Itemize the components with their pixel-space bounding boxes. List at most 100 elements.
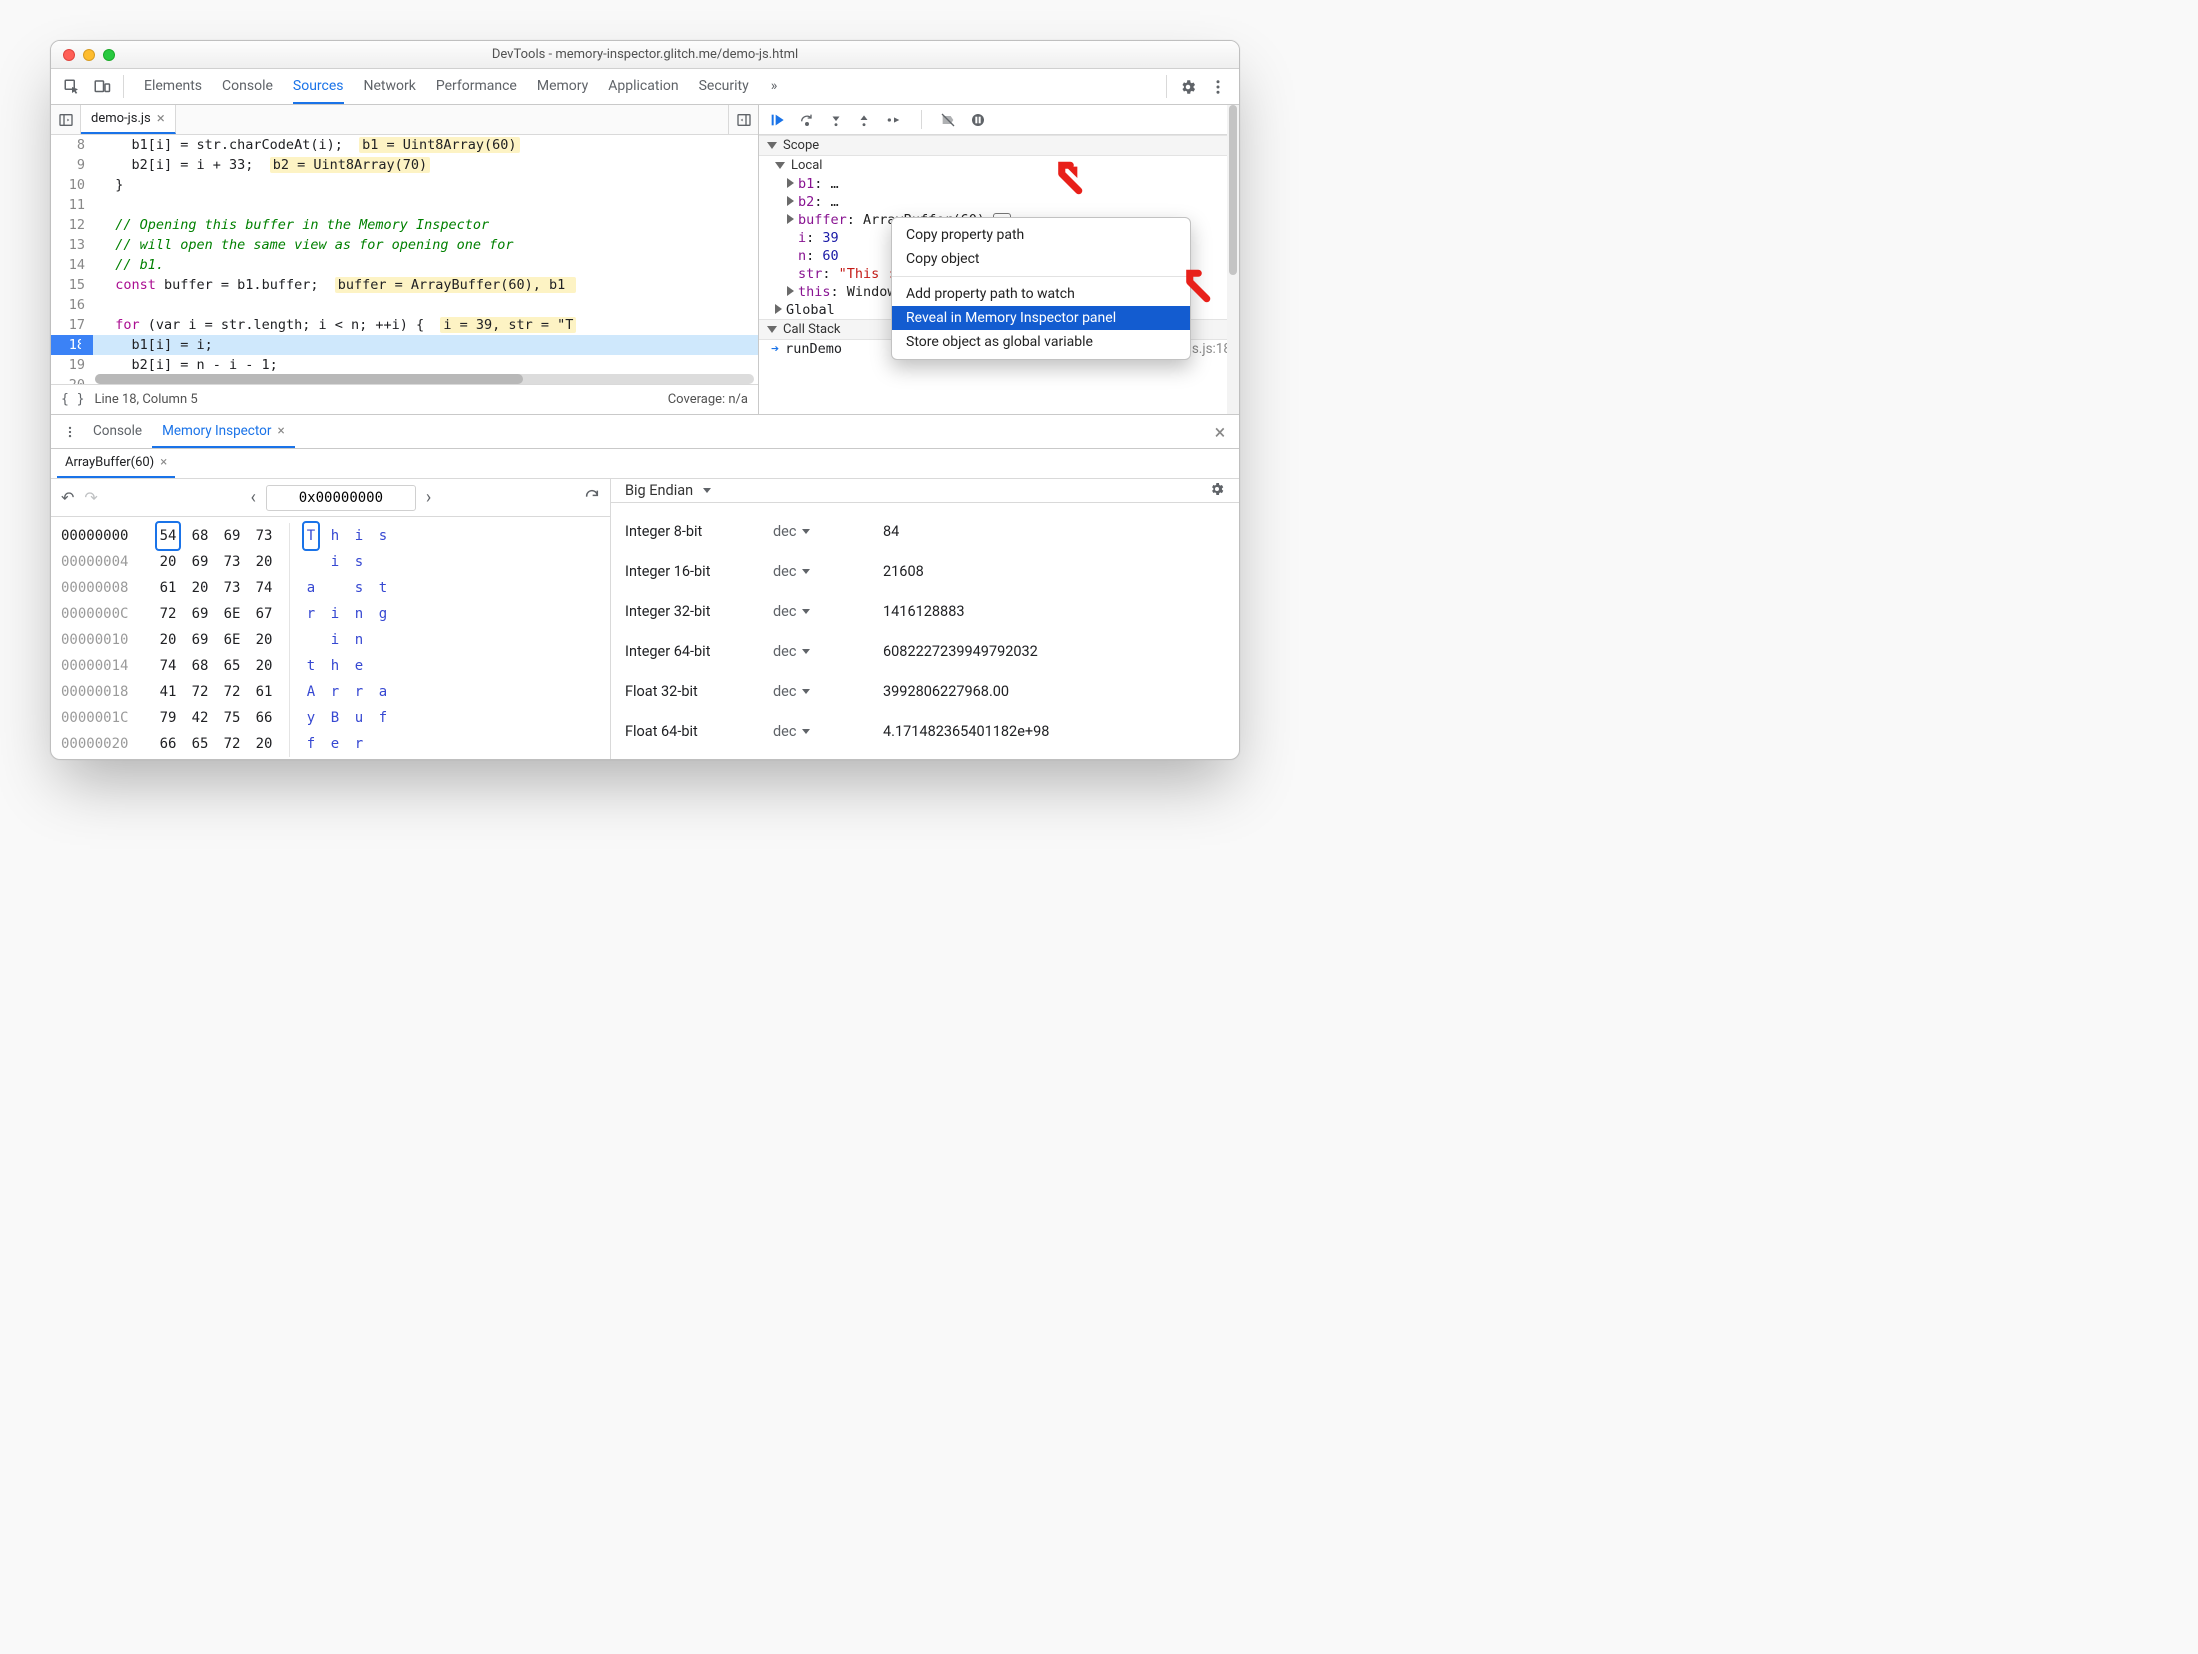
panel-tab-sources[interactable]: Sources (293, 69, 344, 104)
code-line[interactable]: 9 b2[i] = i + 33; b2 = Uint8Array(70) (51, 155, 758, 175)
context-menu-item[interactable]: Store object as global variable (892, 330, 1190, 354)
deactivate-breakpoints-icon[interactable] (940, 112, 956, 128)
memory-hex-view: ↶ ↷ ‹ › 0000000054686973This000000042069… (51, 479, 611, 759)
step-icon[interactable] (885, 112, 903, 128)
context-menu-item[interactable]: Copy object (892, 247, 1190, 271)
encoding-select[interactable]: dec (773, 523, 883, 540)
prev-page-icon[interactable]: ‹ (251, 487, 256, 508)
code-line[interactable]: 14 // b1. (51, 255, 758, 275)
panel-tab-memory[interactable]: Memory (537, 69, 588, 104)
show-navigator-icon[interactable] (51, 105, 81, 134)
context-menu-item[interactable]: Reveal in Memory Inspector panel (892, 306, 1190, 330)
annotation-arrow-icon (1177, 269, 1211, 303)
inspect-element-icon[interactable] (57, 69, 87, 104)
drawer-tab-memory-inspector[interactable]: Memory Inspector× (152, 415, 295, 448)
close-buffer-tab-icon[interactable]: × (160, 455, 167, 470)
endian-select[interactable]: Big Endian (625, 482, 711, 499)
next-page-icon[interactable]: › (426, 487, 431, 508)
code-line[interactable]: 18 b1[i] = i; (51, 335, 758, 355)
panel-tab-network[interactable]: Network (364, 69, 416, 104)
memory-inspector-body: ↶ ↷ ‹ › 0000000054686973This000000042069… (51, 479, 1239, 759)
panel-tab-performance[interactable]: Performance (436, 69, 517, 104)
hex-row[interactable]: 0000001474686520the (61, 653, 600, 679)
hex-row[interactable]: 0000000054686973This (61, 523, 600, 549)
panel-tab-console[interactable]: Console (222, 69, 273, 104)
memory-buffer-tab[interactable]: ArrayBuffer(60) × (57, 449, 175, 478)
step-out-icon[interactable] (857, 112, 871, 128)
panel-tab-elements[interactable]: Elements (144, 69, 202, 104)
pause-on-exceptions-icon[interactable] (970, 112, 986, 128)
refresh-icon[interactable] (584, 488, 600, 508)
debugger-toolbar (759, 105, 1239, 135)
redo-icon[interactable]: ↷ (84, 488, 97, 507)
code-line[interactable]: 15 const buffer = b1.buffer; buffer = Ar… (51, 275, 758, 295)
hex-row[interactable]: 0000000861207374a st (61, 575, 600, 601)
encoding-select[interactable]: dec (773, 643, 883, 660)
hex-row[interactable]: 0000001C79427566yBuf (61, 705, 600, 731)
close-tab-icon[interactable]: × (157, 111, 165, 126)
encoding-select[interactable]: dec (773, 603, 883, 620)
vertical-scrollbar[interactable] (1227, 105, 1239, 414)
interpretation-row: Integer 8-bitdec84 (625, 511, 1225, 551)
window-title: DevTools - memory-inspector.glitch.me/de… (51, 47, 1239, 62)
toggle-device-icon[interactable] (87, 69, 117, 104)
file-tabbar: demo-js.js × (51, 105, 758, 135)
minimize-window-icon[interactable] (83, 49, 95, 61)
hex-row[interactable]: 0000000420697320 is (61, 549, 600, 575)
drawer-kebab-icon[interactable] (57, 415, 83, 448)
interpretation-value: 4.171482365401182e+98 (883, 723, 1049, 740)
step-into-icon[interactable] (829, 112, 843, 128)
encoding-select[interactable]: dec (773, 563, 883, 580)
zoom-window-icon[interactable] (103, 49, 115, 61)
scope-variable-row[interactable]: b2: … (759, 193, 1239, 211)
sources-code-pane: demo-js.js × 8 b1[i] = str.charCodeAt(i)… (51, 105, 759, 414)
resume-icon[interactable] (769, 112, 785, 128)
code-status-bar: { } Line 18, Column 5 Coverage: n/a (51, 384, 758, 414)
hex-row[interactable]: 0000002066657220fer (61, 731, 600, 757)
encoding-select[interactable]: dec (773, 723, 883, 740)
pretty-print-icon[interactable]: { } (61, 392, 84, 407)
scope-local-header[interactable]: Local (759, 156, 1239, 175)
more-tabs-button[interactable]: » (763, 69, 786, 104)
hex-row[interactable]: 0000000C72696E67ring (61, 601, 600, 627)
interpretation-value: 21608 (883, 563, 924, 580)
interpretation-settings-gear-icon[interactable] (1209, 481, 1225, 501)
annotation-arrow-icon (1049, 161, 1083, 195)
step-over-icon[interactable] (799, 112, 815, 128)
close-drawer-tab-icon[interactable]: × (277, 423, 284, 439)
code-line[interactable]: 16 (51, 295, 758, 315)
code-line[interactable]: 10 } (51, 175, 758, 195)
devtools-panel-tabs: Elements Console Sources Network Performance… (51, 69, 1239, 105)
context-menu-item[interactable]: Add property path to watch (892, 282, 1190, 306)
code-line[interactable]: 19 b2[i] = n - i - 1; (51, 355, 758, 375)
settings-gear-icon[interactable] (1173, 69, 1203, 104)
code-line[interactable]: 13 // will open the same view as for ope… (51, 235, 758, 255)
close-window-icon[interactable] (63, 49, 75, 61)
show-debugger-icon[interactable] (728, 105, 758, 134)
code-line[interactable]: 8 b1[i] = str.charCodeAt(i); b1 = Uint8A… (51, 135, 758, 155)
code-editor[interactable]: 8 b1[i] = str.charCodeAt(i); b1 = Uint8A… (51, 135, 758, 384)
encoding-select[interactable]: dec (773, 683, 883, 700)
panel-tab-security[interactable]: Security (699, 69, 749, 104)
context-menu-item[interactable]: Copy property path (892, 223, 1190, 247)
hex-row[interactable]: 0000001020696E20 in (61, 627, 600, 653)
traffic-lights (51, 49, 115, 61)
memory-address-input[interactable] (266, 485, 416, 511)
close-drawer-icon[interactable]: × (1207, 415, 1233, 448)
undo-icon[interactable]: ↶ (61, 488, 74, 507)
hex-row[interactable]: 0000001841727261Arra (61, 679, 600, 705)
drawer-tab-console[interactable]: Console (83, 415, 152, 448)
code-line[interactable]: 12 // Opening this buffer in the Memory … (51, 215, 758, 235)
scope-header[interactable]: Scope (759, 135, 1239, 156)
panel-tab-application[interactable]: Application (608, 69, 678, 104)
code-line[interactable]: 11 (51, 195, 758, 215)
file-tab-demo-js[interactable]: demo-js.js × (81, 105, 176, 134)
interpretation-value: 1416128883 (883, 603, 965, 620)
kebab-menu-icon[interactable] (1203, 69, 1233, 104)
scope-variable-row[interactable]: b1: … (759, 175, 1239, 193)
interpretation-row: Integer 32-bitdec1416128883 (625, 591, 1225, 631)
mac-titlebar: DevTools - memory-inspector.glitch.me/de… (51, 41, 1239, 69)
code-line[interactable]: 17 for (var i = str.length; i < n; ++i) … (51, 315, 758, 335)
hex-table[interactable]: 0000000054686973This0000000420697320 is … (51, 517, 610, 759)
horizontal-scrollbar[interactable] (95, 374, 754, 384)
